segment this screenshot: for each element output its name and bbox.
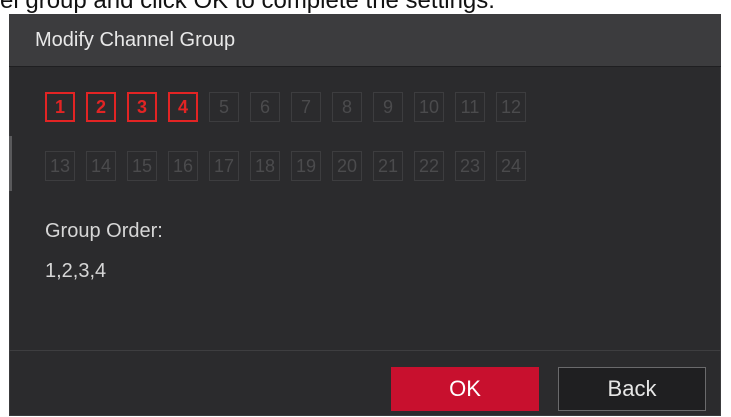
channel-1-button[interactable]: 1 — [45, 92, 75, 122]
channel-7-button[interactable]: 7 — [291, 92, 321, 122]
channel-5-button[interactable]: 5 — [209, 92, 239, 122]
channel-9-button[interactable]: 9 — [373, 92, 403, 122]
channel-20-button[interactable]: 20 — [332, 151, 362, 181]
dialog-title: Modify Channel Group — [35, 29, 236, 51]
channel-row-1: 1 2 3 4 5 6 7 8 9 10 11 12 — [45, 92, 545, 122]
channel-2-button[interactable]: 2 — [86, 92, 116, 122]
channel-18-button[interactable]: 18 — [250, 151, 280, 181]
channel-6-button[interactable]: 6 — [250, 92, 280, 122]
channel-14-button[interactable]: 14 — [86, 151, 116, 181]
channel-16-button[interactable]: 16 — [168, 151, 198, 181]
channel-grid: 1 2 3 4 5 6 7 8 9 10 11 12 13 14 15 16 17 18 19 20 21 22 23 24 — [45, 92, 545, 192]
modify-channel-group-dialog: Modify Channel Group 1 2 3 4 5 6 7 8 9 10 11 12 13 1… — [9, 14, 721, 416]
channel-row-2: 13 14 15 16 17 18 19 20 21 22 23 24 — [45, 151, 545, 181]
channel-11-button[interactable]: 11 — [455, 92, 485, 122]
back-button[interactable]: Back — [558, 367, 706, 411]
channel-3-button[interactable]: 3 — [127, 92, 157, 122]
channel-23-button[interactable]: 23 — [455, 151, 485, 181]
channel-19-button[interactable]: 19 — [291, 151, 321, 181]
channel-8-button[interactable]: 8 — [332, 92, 362, 122]
channel-13-button[interactable]: 13 — [45, 151, 75, 181]
channel-24-button[interactable]: 24 — [496, 151, 526, 181]
channel-4-button[interactable]: 4 — [168, 92, 198, 122]
left-edge-marker — [9, 136, 12, 191]
group-order-value: 1,2,3,4 — [45, 260, 107, 282]
dialog-header: Modify Channel Group — [9, 14, 721, 67]
channel-10-button[interactable]: 10 — [414, 92, 444, 122]
channel-21-button[interactable]: 21 — [373, 151, 403, 181]
channel-22-button[interactable]: 22 — [414, 151, 444, 181]
group-order-label: Group Order: — [45, 220, 163, 242]
channel-12-button[interactable]: 12 — [496, 92, 526, 122]
channel-17-button[interactable]: 17 — [209, 151, 239, 181]
channel-15-button[interactable]: 15 — [127, 151, 157, 181]
dialog-footer: OK Back — [9, 350, 721, 417]
ok-button[interactable]: OK — [391, 367, 539, 411]
